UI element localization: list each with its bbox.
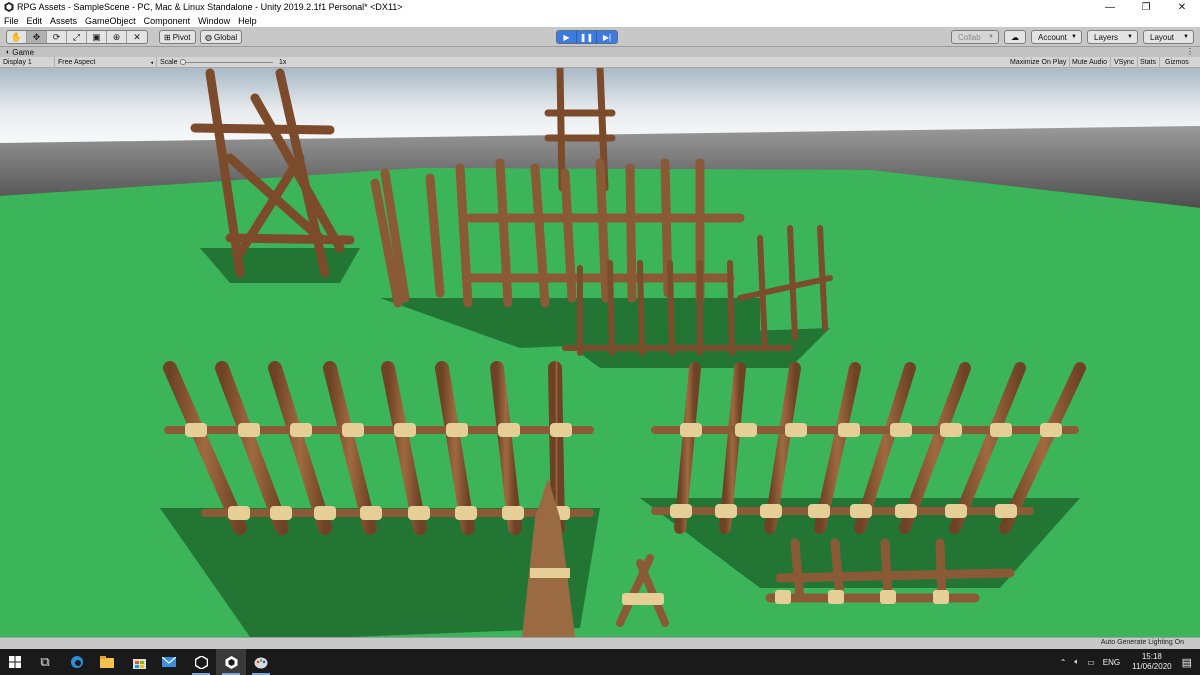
menu-component[interactable]: Component bbox=[144, 16, 191, 26]
system-tray: ⌃ 🔈︎ ▭ ENG 15:18 11/06/2020 ▤ bbox=[1056, 649, 1200, 675]
account-dropdown[interactable]: Account ▼ bbox=[1031, 30, 1082, 44]
cloud-icon: ☁ bbox=[1011, 32, 1019, 42]
layout-dropdown[interactable]: Layout ▼ bbox=[1143, 30, 1194, 44]
minimize-icon[interactable]: — bbox=[1092, 0, 1128, 14]
chevron-down-icon: ▼ bbox=[1183, 34, 1189, 40]
panel-tab-row: ◐ Game ⋮ bbox=[0, 47, 1200, 57]
pause-icon[interactable]: ❚❚ bbox=[577, 31, 597, 43]
display-dropdown[interactable]: Display 1 bbox=[0, 57, 55, 68]
rotate-tool-icon[interactable]: ⟳ bbox=[47, 31, 67, 43]
status-bar: Auto Generate Lighting On bbox=[0, 637, 1200, 649]
play-icon[interactable]: ▶ bbox=[557, 31, 577, 43]
step-icon[interactable]: ▶| bbox=[597, 31, 617, 43]
windows-start-icon[interactable] bbox=[0, 649, 30, 675]
layers-dropdown[interactable]: Layers ▼ bbox=[1087, 30, 1138, 44]
menu-bar: File Edit Assets GameObject Component Wi… bbox=[0, 14, 1200, 27]
store-icon[interactable] bbox=[124, 649, 154, 675]
tab-game[interactable]: ◐ Game bbox=[2, 48, 38, 57]
notifications-icon[interactable]: ▤ bbox=[1182, 656, 1192, 669]
network-icon[interactable]: ▭ bbox=[1087, 658, 1095, 667]
window-title: RPG Assets - SampleScene - PC, Mac & Lin… bbox=[17, 2, 403, 12]
chevron-down-icon: ▼ bbox=[988, 34, 994, 40]
menu-file[interactable]: File bbox=[4, 16, 19, 26]
chevron-down-icon: ◂ bbox=[150, 59, 153, 66]
move-tool-icon[interactable]: ✥ bbox=[27, 31, 47, 43]
language-indicator[interactable]: ENG bbox=[1103, 658, 1120, 667]
globe-icon: ◍ bbox=[205, 32, 212, 42]
playback-controls: ▶ ❚❚ ▶| bbox=[556, 30, 618, 44]
chevron-up-icon[interactable]: ⌃ bbox=[1060, 658, 1067, 667]
scale-slider-thumb[interactable] bbox=[180, 59, 186, 65]
clock-date: 11/06/2020 bbox=[1132, 662, 1172, 671]
menu-gameobject[interactable]: GameObject bbox=[85, 16, 136, 26]
mute-audio-toggle[interactable]: Mute Audio bbox=[1069, 57, 1112, 68]
unity-hub-icon[interactable] bbox=[186, 649, 216, 675]
panel-menu-icon[interactable]: ⋮ bbox=[1186, 47, 1194, 56]
vsync-toggle[interactable]: VSync bbox=[1111, 57, 1139, 68]
aspect-dropdown[interactable]: Free Aspect ◂ bbox=[55, 57, 157, 68]
menu-edit[interactable]: Edit bbox=[27, 16, 43, 26]
transform-tools: ✋ ✥ ⟳ ⤢ ▣ ⊕ ✕ bbox=[6, 30, 148, 44]
unity-editor-icon[interactable] bbox=[216, 649, 246, 675]
speaker-icon[interactable]: 🔈︎ bbox=[1074, 657, 1079, 667]
collab-dropdown[interactable]: Collab ▼ bbox=[951, 30, 999, 44]
file-explorer-icon[interactable] bbox=[92, 649, 122, 675]
pivot-toggle[interactable]: ⊞ Pivot bbox=[159, 30, 196, 44]
paint-app-icon[interactable] bbox=[246, 649, 276, 675]
gizmos-toggle[interactable]: Gizmos bbox=[1162, 57, 1192, 68]
pivot-icon: ⊞ bbox=[164, 32, 171, 42]
custom-tool-icon[interactable]: ✕ bbox=[127, 31, 147, 43]
close-icon[interactable]: ✕ bbox=[1164, 0, 1200, 14]
chevron-down-icon: ▼ bbox=[1127, 34, 1133, 40]
maximize-on-play-toggle[interactable]: Maximize On Play bbox=[1007, 57, 1071, 68]
stats-toggle[interactable]: Stats bbox=[1137, 57, 1160, 68]
mail-icon[interactable] bbox=[154, 649, 184, 675]
hand-tool-icon[interactable]: ✋ bbox=[7, 31, 27, 43]
game-view-controls: Display 1 Free Aspect ◂ Scale 1x Maximize… bbox=[0, 57, 1200, 68]
cloud-button[interactable]: ☁ bbox=[1004, 30, 1026, 44]
unity-logo-icon bbox=[4, 2, 14, 12]
global-toggle[interactable]: ◍ Global bbox=[200, 30, 243, 44]
task-view-icon[interactable]: ⧉ bbox=[30, 649, 60, 675]
clock-time: 15:18 bbox=[1141, 652, 1162, 661]
scene-render bbox=[0, 68, 1200, 637]
edge-browser-icon[interactable] bbox=[62, 649, 92, 675]
transform-tool-icon[interactable]: ⊕ bbox=[107, 31, 127, 43]
lighting-status: Auto Generate Lighting On bbox=[1100, 639, 1184, 646]
menu-help[interactable]: Help bbox=[238, 16, 257, 26]
main-toolbar: ✋ ✥ ⟳ ⤢ ▣ ⊕ ✕ ⊞ Pivot ◍ Global ▶ ❚❚ ▶| Col… bbox=[0, 27, 1200, 47]
game-controller-icon: ◐ bbox=[6, 49, 11, 56]
maximize-icon[interactable]: ❐ bbox=[1128, 0, 1164, 14]
rect-tool-icon[interactable]: ▣ bbox=[87, 31, 107, 43]
scale-slider-track[interactable] bbox=[183, 62, 273, 63]
menu-assets[interactable]: Assets bbox=[50, 16, 77, 26]
chevron-down-icon: ▼ bbox=[1071, 34, 1077, 40]
clock[interactable]: 15:18 11/06/2020 bbox=[1132, 652, 1171, 672]
menu-window[interactable]: Window bbox=[198, 16, 230, 26]
windows-taskbar: ⧉ ⌃ 🔈︎ ▭ ENG 15:18 11/06/2020 ▤ bbox=[0, 649, 1200, 675]
scale-tool-icon[interactable]: ⤢ bbox=[67, 31, 87, 43]
game-viewport[interactable] bbox=[0, 68, 1200, 637]
window-title-bar: RPG Assets - SampleScene - PC, Mac & Lin… bbox=[0, 0, 1200, 14]
scale-value: 1x bbox=[279, 59, 287, 66]
